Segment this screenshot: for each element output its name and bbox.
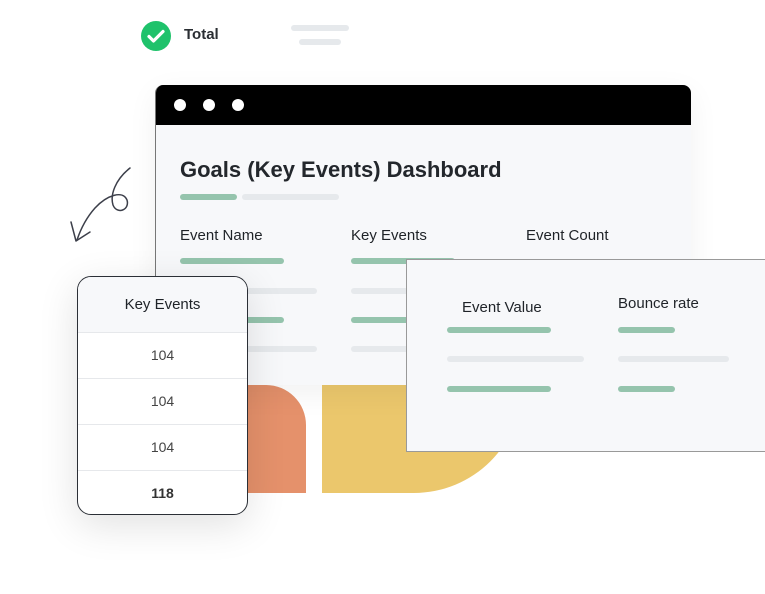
- placeholder-line: [618, 386, 675, 392]
- column-header: Event Count: [526, 227, 609, 244]
- window-dot-icon[interactable]: [174, 99, 186, 111]
- title-underline: [242, 194, 339, 200]
- detail-panel: Event Value Bounce rate: [406, 259, 765, 452]
- check-circle-icon: [141, 21, 171, 51]
- card-header: Key Events: [78, 277, 247, 333]
- title-underline: [180, 194, 237, 200]
- column-header: Event Name: [180, 227, 263, 244]
- placeholder-line: [447, 386, 551, 392]
- placeholder-line: [299, 39, 341, 45]
- placeholder-line: [447, 356, 584, 362]
- placeholder-line: [618, 356, 729, 362]
- table-row: 104: [78, 425, 247, 471]
- window-dot-icon[interactable]: [232, 99, 244, 111]
- table-row-total: 118: [151, 485, 174, 501]
- column-header: Key Events: [351, 227, 427, 244]
- key-events-card: Key Events 104 104 104 118: [77, 276, 248, 515]
- column-header: Bounce rate: [618, 295, 699, 312]
- placeholder-line: [291, 25, 349, 31]
- orange-shape: [240, 385, 306, 493]
- window-dot-icon[interactable]: [203, 99, 215, 111]
- placeholder-line: [447, 327, 551, 333]
- window-title-bar: [156, 85, 691, 125]
- page-title: Goals (Key Events) Dashboard: [180, 157, 502, 182]
- table-row: 104: [78, 379, 247, 425]
- table-row: 104: [78, 333, 247, 379]
- column-header: Event Value: [462, 299, 542, 316]
- curved-arrow-icon: [70, 167, 131, 242]
- placeholder-line: [180, 258, 284, 264]
- legend-label: Total: [184, 26, 219, 43]
- placeholder-line: [618, 327, 675, 333]
- card-header-label: Key Events: [124, 296, 201, 313]
